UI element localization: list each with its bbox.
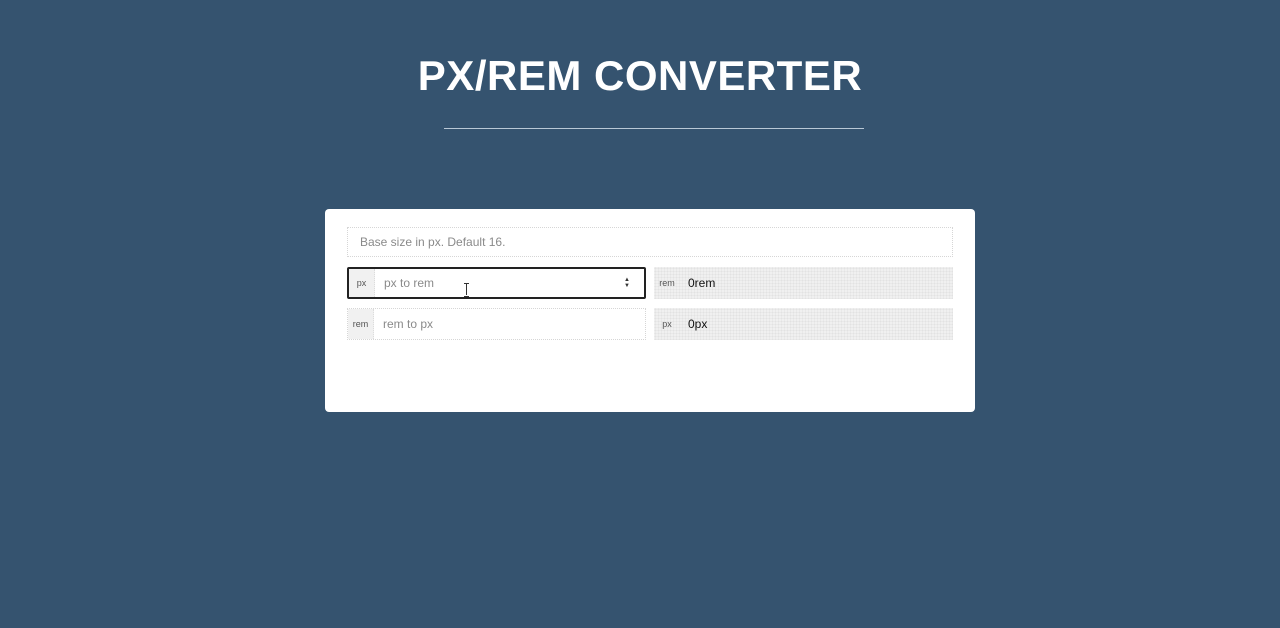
converter-card: px ▲ ▼ rem 0rem rem px 0px bbox=[325, 209, 975, 412]
px-to-rem-result: rem 0rem bbox=[654, 267, 953, 299]
rem-to-px-input[interactable] bbox=[374, 309, 645, 339]
rem-to-px-group[interactable]: rem bbox=[347, 308, 646, 340]
stepper-down-icon[interactable]: ▼ bbox=[624, 283, 630, 289]
title-divider bbox=[444, 128, 864, 129]
rem-unit-addon-input: rem bbox=[348, 309, 374, 339]
rem-unit-addon: rem bbox=[659, 278, 675, 288]
page: PX/REM CONVERTER px ▲ ▼ rem 0rem rem px … bbox=[0, 0, 1280, 628]
px-unit-addon-result: px bbox=[662, 319, 672, 329]
px-unit-addon: px bbox=[349, 269, 375, 297]
px-result-value: 0px bbox=[688, 317, 708, 331]
rem-result-value: 0rem bbox=[688, 276, 716, 290]
px-to-rem-group[interactable]: px ▲ ▼ bbox=[347, 267, 646, 299]
text-cursor-icon bbox=[464, 283, 469, 297]
rem-to-px-result: px 0px bbox=[654, 308, 953, 340]
up-down-arrows-icon[interactable]: ▲ ▼ bbox=[616, 269, 638, 297]
base-size-input[interactable] bbox=[347, 227, 953, 257]
page-title: PX/REM CONVERTER bbox=[417, 52, 863, 99]
px-to-rem-input[interactable] bbox=[375, 269, 616, 297]
